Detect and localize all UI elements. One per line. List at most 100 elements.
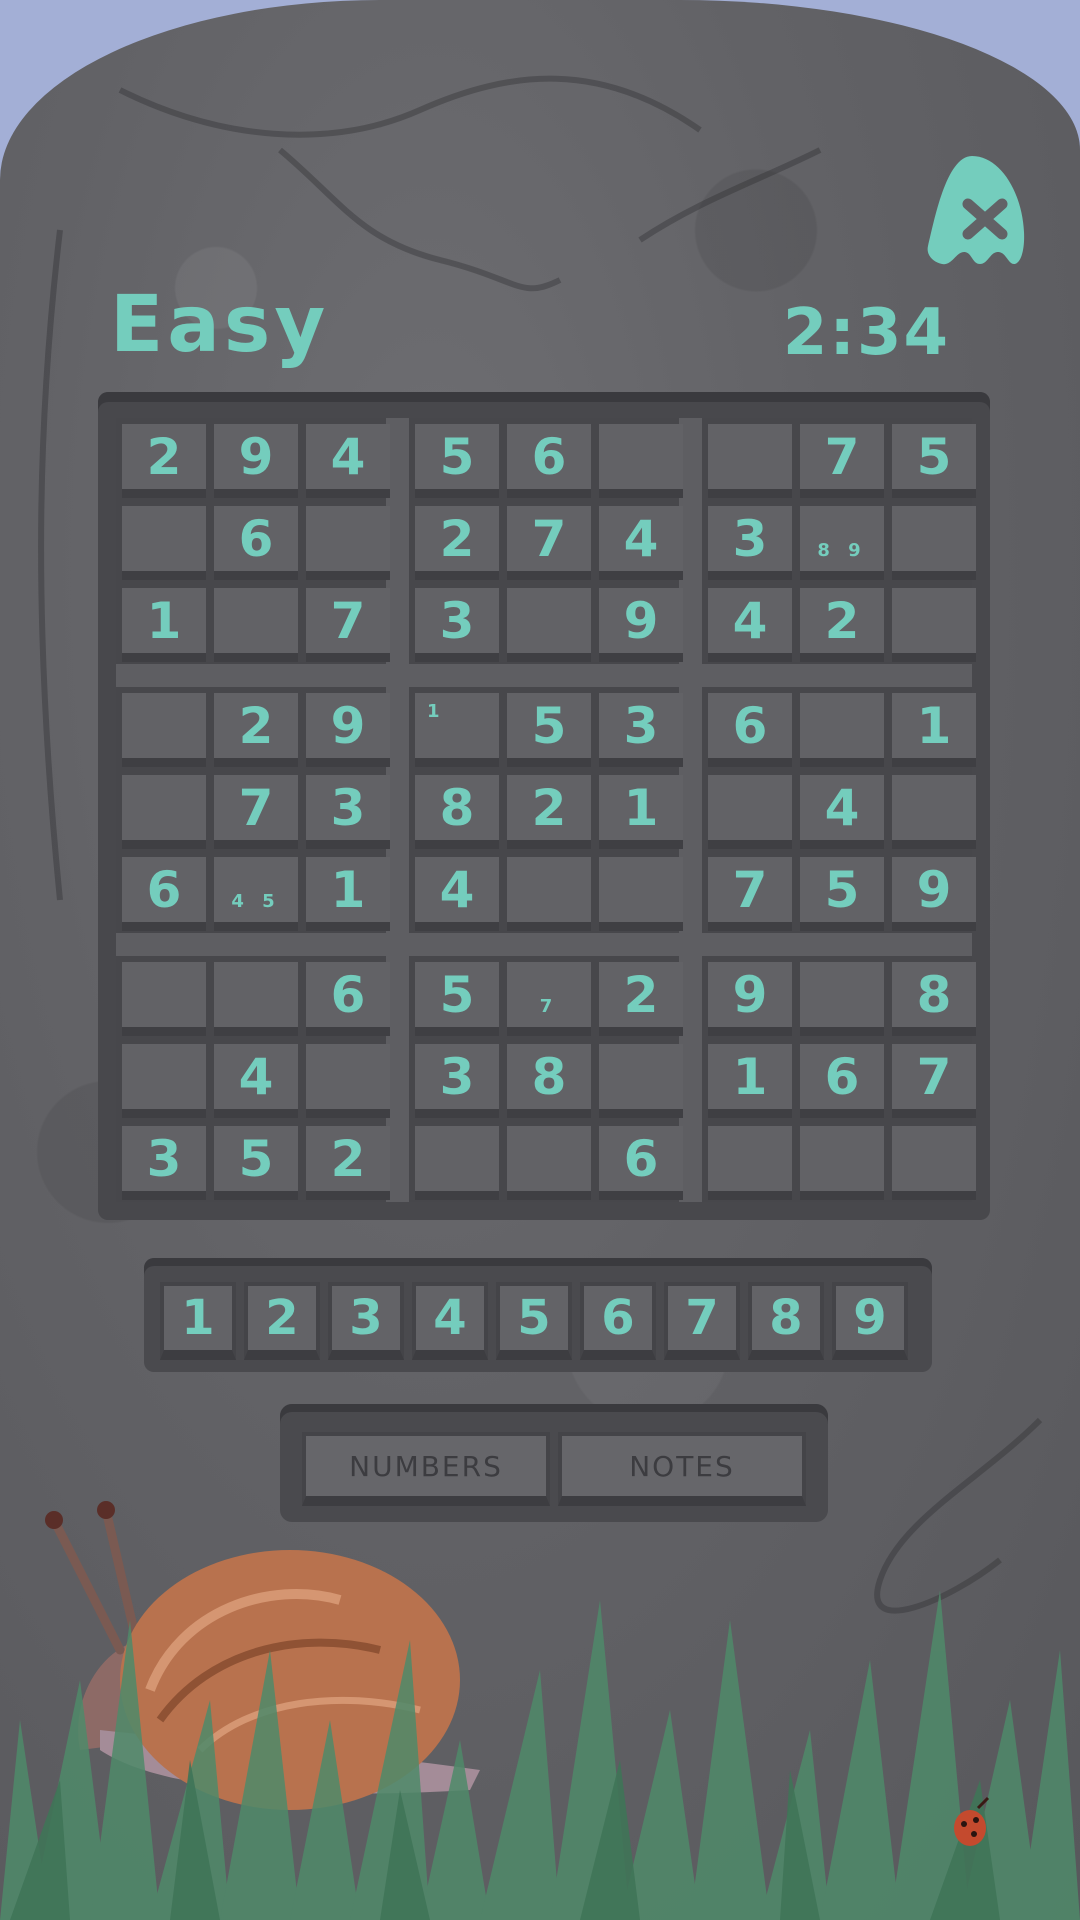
sudoku-cell[interactable]: 1 xyxy=(708,1044,792,1118)
sudoku-cell[interactable]: 7 xyxy=(507,962,591,1036)
sudoku-cell[interactable] xyxy=(599,857,683,931)
sudoku-cell[interactable] xyxy=(708,775,792,849)
cell-value: 6 xyxy=(238,509,274,568)
number-key-3[interactable]: 3 xyxy=(328,1282,404,1360)
sudoku-cell[interactable]: 2 xyxy=(306,1126,390,1200)
sudoku-cell[interactable] xyxy=(892,588,976,662)
sudoku-cell[interactable] xyxy=(892,1126,976,1200)
sudoku-cell[interactable] xyxy=(599,1044,683,1118)
cell-value: 5 xyxy=(824,860,860,919)
sudoku-cell[interactable]: 8 xyxy=(415,775,499,849)
sudoku-cell[interactable]: 6 xyxy=(599,1126,683,1200)
sudoku-cell[interactable]: 2 xyxy=(507,775,591,849)
sudoku-cell[interactable]: 8 xyxy=(507,1044,591,1118)
sudoku-cell[interactable] xyxy=(507,1126,591,1200)
sudoku-cell[interactable]: 6 xyxy=(800,1044,884,1118)
sudoku-cell[interactable] xyxy=(507,857,591,931)
sudoku-cell[interactable]: 9 xyxy=(599,588,683,662)
sudoku-cell[interactable] xyxy=(708,1126,792,1200)
sudoku-cell[interactable] xyxy=(122,693,206,767)
sudoku-cell[interactable]: 9 xyxy=(306,693,390,767)
sudoku-cell[interactable]: 7 xyxy=(892,1044,976,1118)
sudoku-cell[interactable]: 6 xyxy=(122,857,206,931)
sudoku-cell[interactable] xyxy=(800,693,884,767)
sudoku-cell[interactable]: 1 xyxy=(599,775,683,849)
sudoku-cell[interactable]: 6 xyxy=(708,693,792,767)
sudoku-cell[interactable]: 6 xyxy=(214,506,298,580)
sudoku-cell[interactable]: 7 xyxy=(306,588,390,662)
sudoku-cell[interactable] xyxy=(122,962,206,1036)
cell-value: 6 xyxy=(146,860,182,919)
sudoku-cell[interactable]: 5 xyxy=(214,1126,298,1200)
sudoku-cell[interactable] xyxy=(599,424,683,498)
sudoku-cell[interactable]: 9 xyxy=(708,962,792,1036)
sudoku-cell[interactable]: 7 xyxy=(214,775,298,849)
sudoku-cell[interactable] xyxy=(708,424,792,498)
sudoku-cell[interactable]: 7 xyxy=(708,857,792,931)
number-key-6[interactable]: 6 xyxy=(580,1282,656,1360)
sudoku-cell[interactable]: 1 xyxy=(122,588,206,662)
sudoku-cell[interactable] xyxy=(892,506,976,580)
number-key-5[interactable]: 5 xyxy=(496,1282,572,1360)
sudoku-cell[interactable]: 2 xyxy=(800,588,884,662)
sudoku-cell[interactable] xyxy=(122,775,206,849)
number-key-4[interactable]: 4 xyxy=(412,1282,488,1360)
sudoku-cell[interactable]: 7 xyxy=(507,506,591,580)
sudoku-cell[interactable]: 4 xyxy=(708,588,792,662)
sudoku-cell[interactable] xyxy=(214,962,298,1036)
sudoku-cell[interactable] xyxy=(306,506,390,580)
cell-value: 4 xyxy=(732,591,768,650)
sudoku-cell[interactable]: 3 xyxy=(415,588,499,662)
sudoku-cell[interactable] xyxy=(800,962,884,1036)
sudoku-cell[interactable]: 4 xyxy=(214,1044,298,1118)
sudoku-cell[interactable]: 1 xyxy=(306,857,390,931)
sudoku-cell[interactable]: 1 xyxy=(415,693,499,767)
number-key-8[interactable]: 8 xyxy=(748,1282,824,1360)
sudoku-cell[interactable]: 5 xyxy=(415,962,499,1036)
sudoku-cell[interactable]: 8 xyxy=(892,962,976,1036)
number-key-7[interactable]: 7 xyxy=(664,1282,740,1360)
sudoku-cell[interactable]: 4 xyxy=(800,775,884,849)
sudoku-cell[interactable]: 2 xyxy=(214,693,298,767)
sudoku-cell[interactable]: 2 xyxy=(599,962,683,1036)
sudoku-cell[interactable] xyxy=(892,775,976,849)
sudoku-cell[interactable]: 4 xyxy=(599,506,683,580)
sudoku-cell[interactable] xyxy=(214,588,298,662)
sudoku-cell[interactable]: 3 xyxy=(306,775,390,849)
sudoku-cell[interactable]: 5 xyxy=(507,693,591,767)
sudoku-cell[interactable]: 9 xyxy=(214,424,298,498)
sudoku-cell[interactable] xyxy=(800,1126,884,1200)
number-key-2[interactable]: 2 xyxy=(244,1282,320,1360)
sudoku-cell[interactable]: 2 xyxy=(122,424,206,498)
sudoku-cell[interactable]: 3 xyxy=(415,1044,499,1118)
sudoku-cell[interactable]: 9 xyxy=(892,857,976,931)
sudoku-cell[interactable] xyxy=(122,506,206,580)
cell-value: 3 xyxy=(439,591,475,650)
sudoku-cell[interactable]: 6 xyxy=(507,424,591,498)
numbers-mode-button[interactable]: NUMBERS xyxy=(302,1432,550,1506)
sudoku-cell[interactable]: 5 xyxy=(415,424,499,498)
sudoku-cell[interactable]: 3 xyxy=(122,1126,206,1200)
sudoku-cell[interactable]: 4 5 xyxy=(214,857,298,931)
cell-value: 7 xyxy=(916,1047,952,1106)
sudoku-cell[interactable] xyxy=(507,588,591,662)
sudoku-cell[interactable]: 3 xyxy=(599,693,683,767)
ghost-close-icon[interactable] xyxy=(922,152,1028,270)
sudoku-cell[interactable] xyxy=(415,1126,499,1200)
sudoku-cell[interactable]: 5 xyxy=(892,424,976,498)
sudoku-cell[interactable]: 3 xyxy=(708,506,792,580)
sudoku-cell[interactable] xyxy=(122,1044,206,1118)
sudoku-cell[interactable] xyxy=(306,1044,390,1118)
number-key-1[interactable]: 1 xyxy=(160,1282,236,1360)
sudoku-cell[interactable]: 6 xyxy=(306,962,390,1036)
sudoku-cell[interactable]: 2 xyxy=(415,506,499,580)
sudoku-cell[interactable]: 4 xyxy=(415,857,499,931)
sudoku-cell[interactable]: 4 xyxy=(306,424,390,498)
sudoku-cell[interactable]: 8 9 xyxy=(800,506,884,580)
sudoku-cell[interactable]: 5 xyxy=(800,857,884,931)
number-key-9[interactable]: 9 xyxy=(832,1282,908,1360)
notes-mode-button[interactable]: NOTES xyxy=(558,1432,806,1506)
cell-value: 7 xyxy=(238,778,274,837)
sudoku-cell[interactable]: 7 xyxy=(800,424,884,498)
sudoku-cell[interactable]: 1 xyxy=(892,693,976,767)
